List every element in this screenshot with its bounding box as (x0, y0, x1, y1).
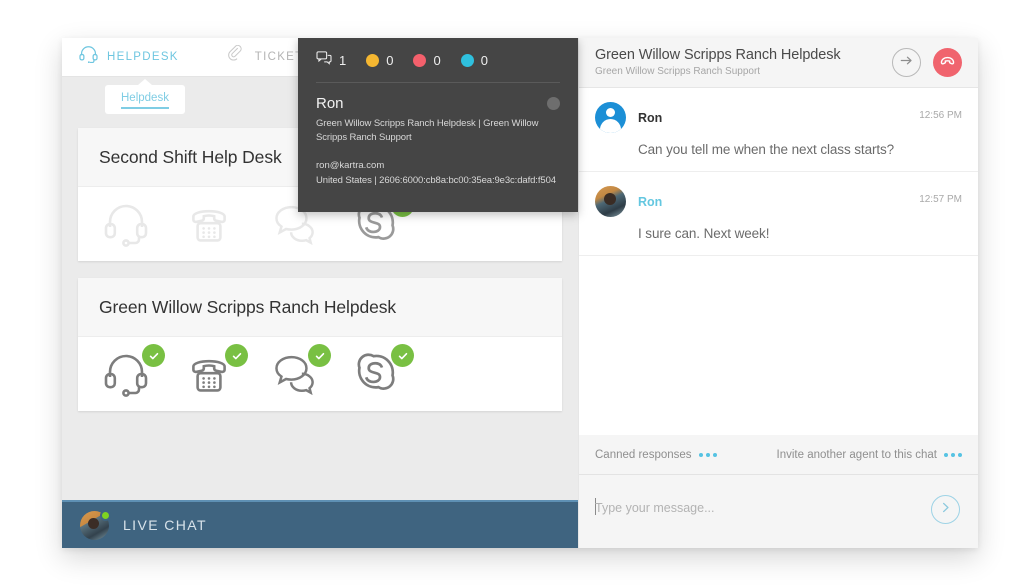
headset-icon (79, 46, 98, 68)
message-time: 12:56 PM (919, 110, 962, 121)
department-card: Green Willow Scripps Ranch Helpdesk (78, 278, 562, 411)
online-status-dot (100, 509, 111, 521)
canned-responses-button[interactable]: Canned responses (595, 449, 717, 461)
canned-responses-label: Canned responses (595, 448, 692, 461)
department-channel-list (78, 337, 562, 411)
channel-headset[interactable] (96, 344, 179, 404)
status-dot-icon (413, 53, 427, 67)
ellipsis-icon (698, 452, 717, 457)
nav-tab-helpdesk-label: HELPDESK (107, 51, 179, 63)
message-composer (579, 475, 978, 547)
contact-email: ron@kartra.com (316, 159, 385, 171)
nav-tab-helpdesk[interactable]: HELPDESK (79, 38, 179, 77)
chat-panel: Green Willow Scripps Ranch Helpdesk Gree… (578, 38, 978, 548)
counter-yellow[interactable]: 0 (366, 53, 393, 68)
message-item: Ron 12:56 PM Can you tell me when the ne… (579, 88, 978, 172)
contact-status-dot (547, 97, 560, 110)
subtab-helpdesk[interactable]: Helpdesk (105, 79, 185, 114)
send-arrow-icon (939, 501, 952, 519)
subtab-active-underline (121, 107, 169, 109)
agent-photo-avatar (595, 186, 626, 217)
send-message-button[interactable] (931, 495, 960, 524)
end-chat-button[interactable] (933, 48, 962, 77)
transfer-chat-button[interactable] (892, 48, 921, 77)
channel-headset[interactable] (96, 194, 179, 254)
message-list[interactable]: Ron 12:56 PM Can you tell me when the ne… (579, 88, 978, 434)
message-author: Ron (638, 110, 663, 125)
status-dot-icon (460, 53, 474, 67)
subtab-helpdesk-label: Helpdesk (121, 92, 169, 104)
avatar (80, 509, 111, 540)
counter-value: 0 (433, 52, 441, 68)
counter-value: 1 (339, 52, 347, 68)
message-time: 12:57 PM (919, 194, 962, 205)
message-header: Ron 12:56 PM (595, 102, 962, 133)
avatar-face (604, 193, 616, 205)
message-item: Ron 12:57 PM I sure can. Next week! (579, 172, 978, 256)
channel-enabled-check (225, 344, 248, 367)
contact-info: Ron Green Willow Scripps Ranch Helpdesk … (298, 83, 578, 186)
department-header: Green Willow Scripps Ranch Helpdesk (78, 278, 562, 337)
invite-agent-label: Invite another agent to this chat (776, 448, 937, 461)
arrow-right-circle-icon (899, 53, 914, 73)
screenshot-stage: HELPDESK TICKETS Helpdesk Second Shift H… (0, 0, 1024, 585)
live-chat-label: LIVE CHAT (123, 517, 207, 533)
channel-phone[interactable] (179, 344, 262, 404)
message-text: I sure can. Next week! (638, 226, 770, 241)
channel-skype[interactable] (345, 344, 428, 404)
message-author: Ron (638, 194, 663, 209)
department-title: Green Willow Scripps Ranch Helpdesk (99, 296, 397, 317)
contact-geo-ip: United States | 2606:6000:cb8a:bc00:35ea… (316, 174, 556, 186)
counter-active-chats[interactable]: 1 (316, 50, 347, 70)
channel-enabled-check (391, 344, 414, 367)
channel-enabled-check (308, 344, 331, 367)
counter-value: 0 (386, 52, 394, 68)
message-input[interactable] (595, 501, 905, 515)
left-panel: HELPDESK TICKETS Helpdesk Second Shift H… (62, 38, 578, 548)
message-text: Can you tell me when the next class star… (638, 142, 895, 157)
channel-phone[interactable] (179, 194, 262, 254)
invite-agent-button[interactable]: Invite another agent to this chat (777, 449, 962, 461)
status-dot-icon (366, 53, 380, 67)
chat-footer: Canned responses Invite another agent to… (579, 435, 978, 548)
contact-detail-panel: 1 0 0 0 Ron Green Willow Scripps Ranch H… (298, 38, 578, 212)
live-chat-bar[interactable]: LIVE CHAT (62, 500, 578, 548)
channel-enabled-check (142, 344, 165, 367)
avatar-head (606, 108, 615, 117)
helpdesk-app-window: HELPDESK TICKETS Helpdesk Second Shift H… (62, 38, 978, 548)
department-title: Second Shift Help Desk (99, 146, 282, 167)
counter-row: 1 0 0 0 (298, 38, 578, 82)
hang-up-phone-icon (939, 52, 956, 74)
contact-name: Ron (316, 95, 344, 112)
counter-value: 0 (480, 52, 488, 68)
default-user-avatar (595, 102, 626, 133)
counter-red[interactable]: 0 (413, 52, 441, 68)
contact-departments: Green Willow Scripps Ranch Helpdesk | Gr… (316, 118, 539, 144)
counter-cyan[interactable]: 0 (460, 52, 488, 68)
footer-action-row: Canned responses Invite another agent to… (579, 435, 978, 475)
ellipsis-icon (944, 452, 962, 457)
message-header: Ron 12:57 PM (595, 186, 962, 217)
avatar-body (600, 119, 621, 133)
chat-count-icon (316, 50, 332, 70)
channel-chat[interactable] (262, 344, 345, 404)
paperclip-icon (227, 44, 246, 69)
chat-header: Green Willow Scripps Ranch Helpdesk Gree… (579, 38, 978, 88)
avatar-face (88, 517, 99, 529)
